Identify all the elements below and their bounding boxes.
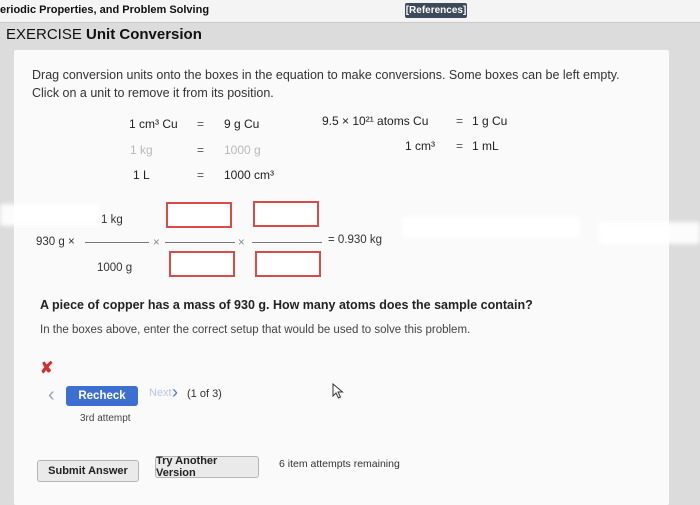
screen-glare [0, 204, 100, 226]
unit-tile-9g-cu[interactable]: 9 g Cu [224, 117, 259, 131]
unit-tile-1000cm3[interactable]: 1000 cm³ [224, 168, 274, 182]
equals-sign: = [197, 117, 205, 131]
multiply-sign: × [238, 237, 245, 249]
denominator-1000g[interactable]: 1000 g [97, 262, 132, 274]
exercise-label: EXERCISE [6, 26, 82, 43]
unit-tile-1l[interactable]: 1 L [133, 168, 150, 182]
next-link[interactable]: Next [149, 387, 172, 399]
recheck-button[interactable]: Recheck [66, 386, 138, 406]
drop-box-numerator-2[interactable] [166, 202, 232, 228]
instructions-line-2: Click on a unit to remove it from its po… [32, 86, 274, 100]
unit-tile-1ml[interactable]: 1 mL [472, 139, 499, 153]
question-instruction: In the boxes above, enter the correct se… [40, 324, 471, 336]
unit-tile-1g-cu[interactable]: 1 g Cu [472, 114, 507, 128]
top-bar: eriodic Properties, and Problem Solving … [0, 0, 700, 23]
exercise-name: Unit Conversion [86, 26, 202, 43]
drop-box-denominator-2[interactable] [169, 251, 235, 277]
unit-tile-1cm3[interactable]: 1 cm³ [405, 139, 435, 153]
app-title: eriodic Properties, and Problem Solving [0, 4, 210, 16]
references-button[interactable]: [References] [405, 3, 467, 18]
equals-sign: = [456, 114, 464, 128]
fraction-line [85, 242, 149, 243]
unit-tile-cm3-cu[interactable]: 1 cm³ Cu [129, 117, 178, 131]
question-text: A piece of copper has a mass of 930 g. H… [40, 298, 533, 312]
equation-start-value: 930 g × [36, 236, 75, 248]
try-another-version-button[interactable]: Try Another Version [155, 455, 259, 479]
wrong-answer-icon: ✘ [40, 360, 54, 377]
screen-glare [598, 222, 700, 244]
unit-tile-1kg-used[interactable]: 1 kg [130, 143, 153, 157]
submit-answer-button[interactable]: Submit Answer [37, 460, 139, 482]
unit-tile-atoms-cu[interactable]: 9.5 × 10²¹ atoms Cu [322, 114, 428, 128]
attempts-remaining: 6 item attempts remaining [279, 458, 400, 470]
page-indicator: (1 of 3) [187, 388, 222, 400]
equals-sign: = [456, 139, 464, 153]
back-chevron-icon[interactable]: ‹ [48, 384, 55, 407]
equals-sign: = [197, 143, 205, 157]
exercise-title: EXERCISE Unit Conversion [6, 26, 202, 43]
numerator-1kg[interactable]: 1 kg [101, 214, 123, 226]
next-chevron-icon[interactable]: › [172, 382, 178, 403]
drop-box-denominator-3[interactable] [255, 251, 321, 277]
equation-result: = 0.930 kg [328, 234, 383, 246]
unit-tile-1000g-used[interactable]: 1000 g [224, 143, 261, 157]
attempt-count: 3rd attempt [80, 413, 131, 424]
drop-box-numerator-3[interactable] [253, 201, 319, 227]
equals-sign: = [197, 168, 205, 182]
instructions-line-1: Drag conversion units onto the boxes in … [32, 68, 620, 82]
instructions: Drag conversion units onto the boxes in … [32, 66, 652, 102]
multiply-sign: × [153, 237, 160, 249]
mouse-cursor-icon [332, 383, 344, 399]
fraction-line [252, 242, 322, 243]
fraction-line [165, 242, 235, 243]
screen-glare [402, 216, 580, 238]
